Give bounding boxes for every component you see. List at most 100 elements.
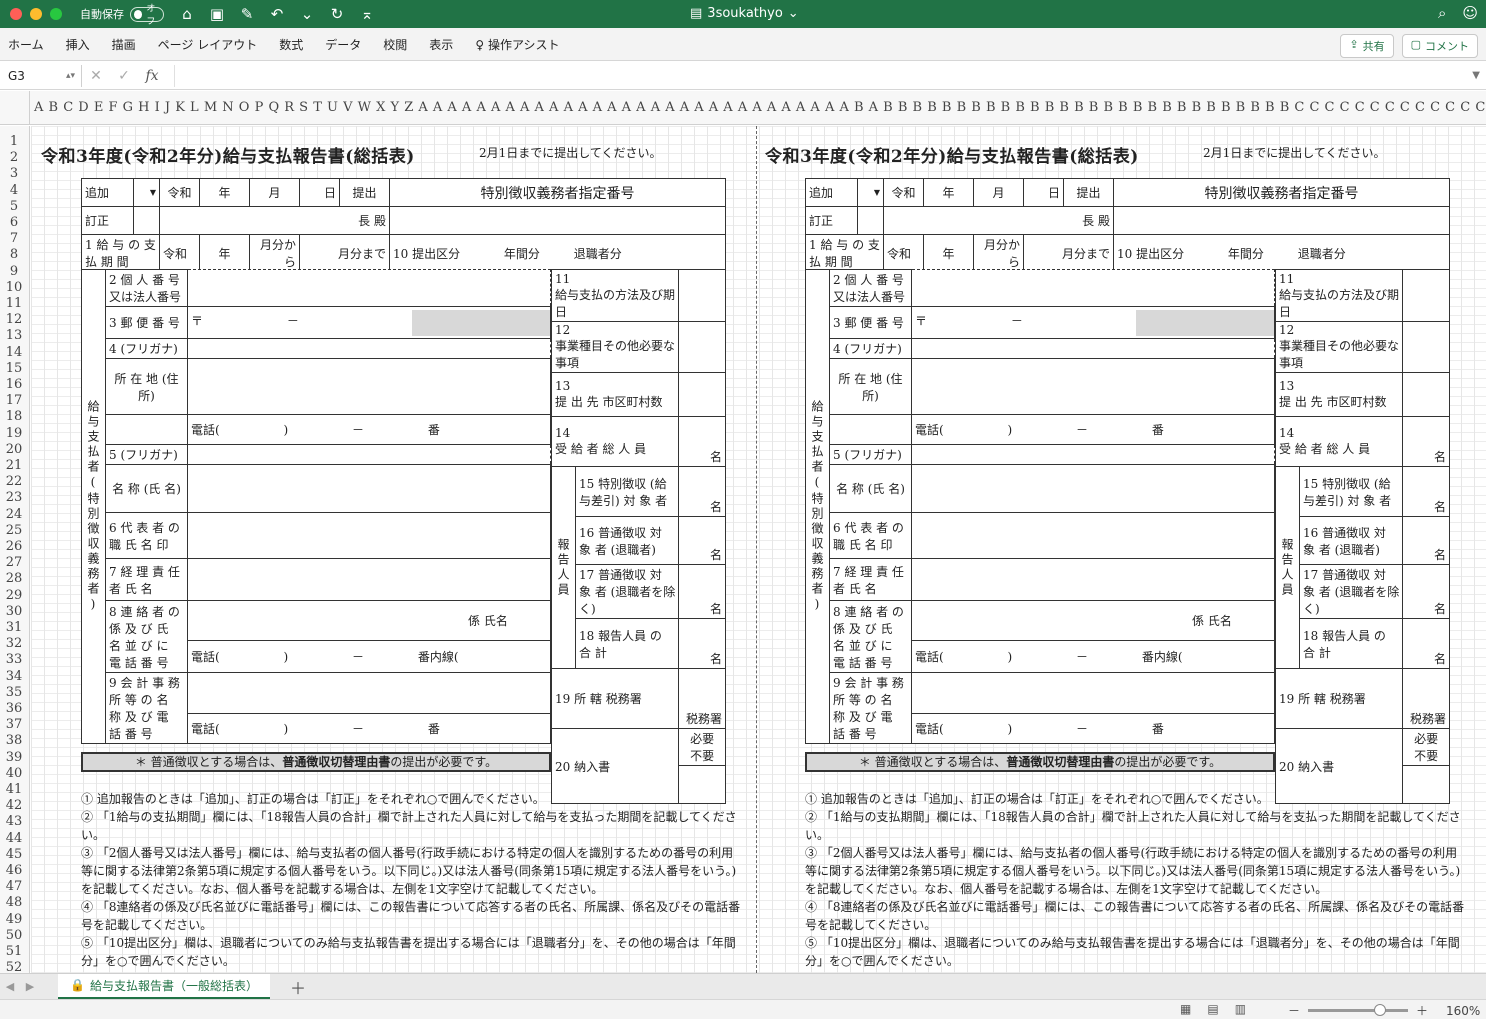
row-number[interactable]: 3 (0, 166, 28, 181)
row-number[interactable]: 41 (0, 782, 28, 797)
row-number[interactable]: 46 (0, 863, 28, 878)
row-number[interactable]: 45 (0, 847, 28, 862)
zoom-slider[interactable] (1308, 1004, 1409, 1016)
row-number[interactable]: 14 (0, 345, 28, 360)
row-number[interactable]: 31 (0, 620, 28, 635)
close-window-button[interactable] (10, 8, 22, 20)
row-number[interactable]: 25 (0, 523, 28, 538)
row-number[interactable]: 29 (0, 588, 28, 603)
annual-option[interactable]: 年間分 (504, 247, 540, 261)
chevron-down-icon[interactable]: ⌄ (788, 6, 799, 21)
row-number[interactable]: 21 (0, 458, 28, 473)
name-field[interactable] (911, 464, 1275, 513)
row-number[interactable]: 13 (0, 328, 28, 343)
autosave-control[interactable]: 自動保存 オフ (80, 4, 164, 27)
needed-option[interactable]: 必要 (690, 732, 714, 746)
name-field[interactable] (187, 464, 551, 513)
f13-value[interactable] (678, 372, 726, 417)
formula-input[interactable] (174, 64, 1473, 87)
needed-option[interactable]: 必要 (1414, 732, 1438, 746)
edit-icon[interactable]: ✎ (238, 5, 256, 23)
contact-section[interactable]: 係 氏名 (911, 600, 1275, 641)
insert-function-button[interactable]: fx (138, 68, 166, 84)
row-number[interactable]: 11 (0, 296, 28, 311)
accounting-firm-field[interactable] (187, 672, 551, 714)
cancel-icon[interactable]: ✕ (82, 68, 110, 84)
f18-unit[interactable]: 名 (1402, 618, 1450, 669)
contact-phone[interactable]: 電話( ) － 番内線( (911, 640, 1275, 673)
next-sheet-icon[interactable]: ▶ (20, 980, 40, 993)
row-number[interactable]: 43 (0, 814, 28, 829)
row-number[interactable]: 19 (0, 426, 28, 441)
row-number[interactable]: 16 (0, 377, 28, 392)
accounting-phone[interactable]: 電話( ) － 番 (911, 712, 1275, 745)
f13-value[interactable] (1402, 372, 1450, 417)
comments-button[interactable]: ▢ コメント (1401, 34, 1478, 58)
tab-data[interactable]: データ (314, 36, 372, 53)
search-icon[interactable]: ⌕ (1438, 4, 1446, 22)
tab-review[interactable]: 校閲 (372, 36, 418, 53)
representative-field[interactable] (187, 512, 551, 559)
f15-unit[interactable]: 名 (1402, 466, 1450, 517)
add-dropdown[interactable]: ▼ (857, 178, 884, 207)
address-field[interactable] (187, 358, 551, 415)
row-number[interactable]: 18 (0, 409, 28, 424)
row-number[interactable]: 27 (0, 555, 28, 570)
address-furigana-field[interactable] (911, 338, 1275, 359)
tab-insert[interactable]: 挿入 (55, 36, 101, 53)
tab-page-layout[interactable]: ページ レイアウト (147, 36, 269, 53)
row-number[interactable]: 22 (0, 474, 28, 489)
f11-value[interactable] (678, 269, 726, 322)
chevron-down-icon[interactable]: ▼ (874, 188, 880, 197)
add-sheet-button[interactable]: ＋ (290, 975, 306, 999)
f14-unit[interactable]: 名 (1402, 416, 1450, 467)
f15-unit[interactable]: 名 (678, 466, 726, 517)
tab-draw[interactable]: 描画 (101, 36, 147, 53)
row-number[interactable]: 38 (0, 733, 28, 748)
row-number[interactable]: 36 (0, 701, 28, 716)
tax-office-field[interactable]: 税務署 (1402, 668, 1450, 729)
row-number[interactable]: 52 (0, 960, 28, 973)
f12-value[interactable] (678, 321, 726, 373)
representative-field[interactable] (911, 512, 1275, 559)
chevron-down-icon[interactable]: ▼ (150, 188, 156, 197)
row-number[interactable]: 42 (0, 798, 28, 813)
row-number[interactable]: 1 (0, 134, 28, 149)
accounting-phone[interactable]: 電話( ) － 番 (187, 712, 551, 745)
share-button[interactable]: ⇪ 共有 (1340, 34, 1394, 58)
row-number[interactable]: 2 (0, 150, 28, 165)
f16-unit[interactable]: 名 (678, 516, 726, 565)
row-number[interactable]: 8 (0, 247, 28, 262)
row-number[interactable]: 9 (0, 264, 28, 279)
add-dropdown[interactable]: ▼ (133, 178, 160, 207)
correct-label[interactable]: 訂正 (81, 206, 134, 235)
f14-unit[interactable]: 名 (678, 416, 726, 467)
individual-number-value[interactable] (187, 269, 551, 307)
annual-option[interactable]: 年間分 (1228, 247, 1264, 261)
accounting-firm-field[interactable] (911, 672, 1275, 714)
row-number[interactable]: 10 (0, 280, 28, 295)
retired-option[interactable]: 退職者分 (574, 247, 622, 261)
row-number[interactable]: 40 (0, 766, 28, 781)
add-label[interactable]: 追加 (805, 178, 858, 207)
row-number[interactable]: 15 (0, 361, 28, 376)
row-number[interactable]: 20 (0, 442, 28, 457)
special-number-value[interactable] (1113, 206, 1450, 235)
autosave-toggle[interactable]: オフ (130, 4, 164, 27)
tab-formulas[interactable]: 数式 (268, 36, 314, 53)
tab-home[interactable]: ホーム (0, 36, 55, 53)
row-number[interactable]: 33 (0, 652, 28, 667)
column-letters[interactable]: A B C D E F G H I J K L M N O P Q R S T … (34, 100, 1486, 115)
row-number[interactable]: 23 (0, 490, 28, 505)
f17-unit[interactable]: 名 (678, 564, 726, 619)
row-number[interactable]: 17 (0, 393, 28, 408)
enter-icon[interactable]: ✓ (110, 68, 138, 84)
payment-slip-options[interactable]: 必要 不要 (678, 728, 726, 766)
row-number[interactable]: 51 (0, 944, 28, 959)
row-number[interactable]: 5 (0, 199, 28, 214)
account-icon[interactable]: ☺ (1462, 4, 1478, 22)
tab-tell-me[interactable]: ♀ 操作アシスト (464, 36, 570, 53)
row-number[interactable]: 37 (0, 717, 28, 732)
maximize-window-button[interactable] (50, 8, 62, 20)
add-label[interactable]: 追加 (81, 178, 134, 207)
